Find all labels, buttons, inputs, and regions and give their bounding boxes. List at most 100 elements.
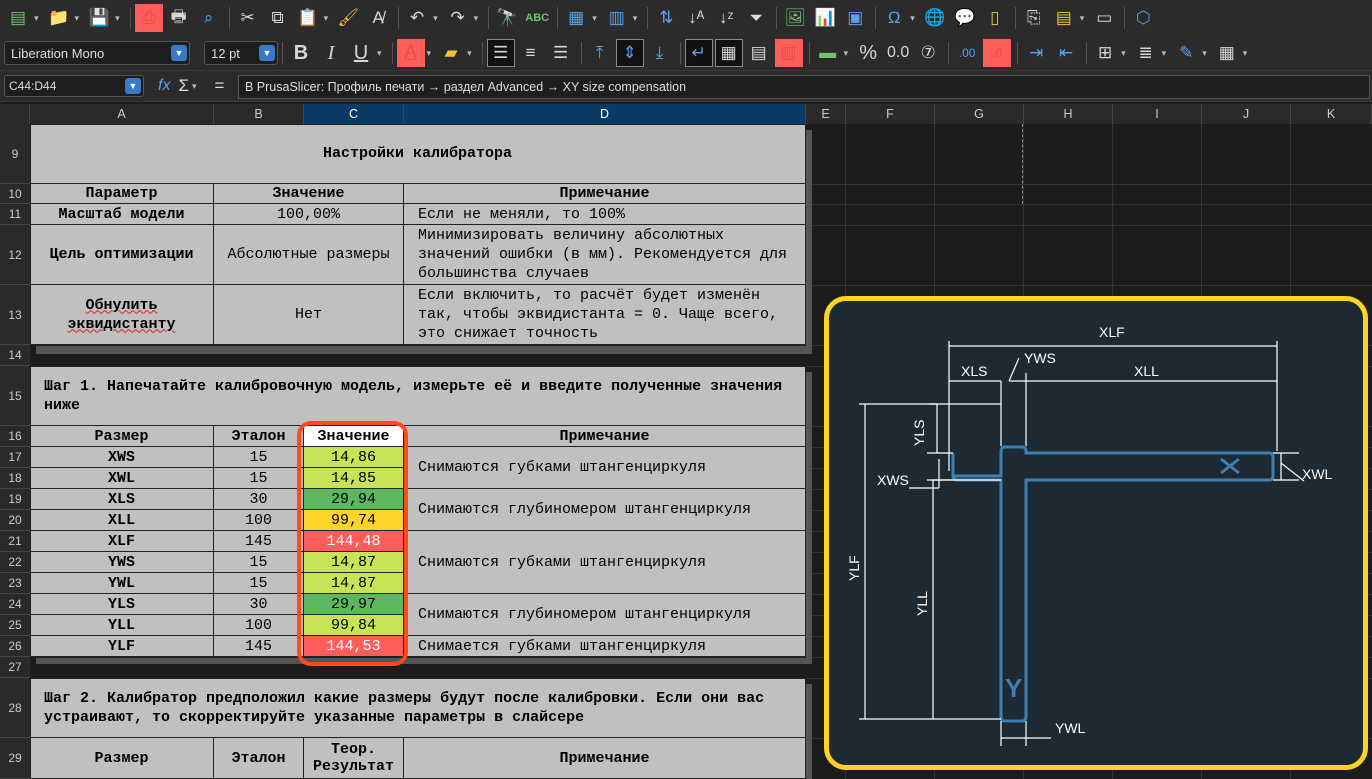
measure-note[interactable]: Снимаются глубиномером штангенциркуля [404, 489, 806, 531]
conditional-dropdown-icon[interactable]: ▾ [1243, 48, 1248, 59]
align-center-icon[interactable]: ≡ [517, 39, 545, 67]
column-header-c[interactable]: C [304, 104, 404, 124]
settings-value[interactable]: Нет [214, 285, 404, 345]
row-header[interactable]: 29 [0, 738, 30, 779]
settings-param[interactable]: Масштаб модели [30, 204, 214, 225]
measure-note[interactable]: Снимаются глубиномером штангенциркуля [404, 594, 806, 636]
step1-title[interactable]: Шаг 1. Напечатайте калибровочную модель,… [30, 366, 806, 426]
sort-icon[interactable]: ⇅ [652, 4, 680, 32]
print-preview-icon[interactable]: ⌕ [195, 4, 223, 32]
align-left-icon[interactable]: ☰ [486, 39, 515, 67]
function-wizard-icon[interactable]: fx [158, 77, 170, 95]
row-icon[interactable]: ▦ [562, 4, 590, 32]
sum-icon[interactable]: Σ [178, 76, 189, 96]
border-color-dropdown-icon[interactable]: ▾ [1202, 48, 1207, 59]
row-header[interactable]: 27 [0, 657, 30, 678]
row-header[interactable]: 20 [0, 510, 30, 531]
column-icon[interactable]: ▥ [603, 4, 631, 32]
settings-param[interactable]: Цель оптимизации [30, 225, 214, 285]
undo-icon[interactable]: ↶ [403, 4, 431, 32]
copy-icon[interactable]: ⧉ [264, 4, 292, 32]
row-header[interactable]: 14 [0, 345, 30, 366]
measure-size[interactable]: XLF [30, 531, 214, 552]
row-header[interactable]: 19 [0, 489, 30, 510]
spelling-icon[interactable]: ABC [523, 4, 551, 32]
cut-icon[interactable]: ✂ [234, 4, 262, 32]
column-header-a[interactable]: A [30, 104, 214, 124]
measure-note[interactable]: Снимается губками штангенциркуля [404, 636, 806, 657]
align-top-icon[interactable]: ⤒ [586, 39, 614, 67]
decrease-indent-icon[interactable]: ⇤ [1052, 39, 1080, 67]
column-header-e[interactable]: E [806, 104, 846, 124]
currency-format-icon[interactable]: ▬ [814, 39, 842, 67]
row-header[interactable]: 10 [0, 184, 30, 204]
hyperlink-icon[interactable]: 🌐 [921, 4, 949, 32]
merge-cells-icon[interactable]: ▦ [714, 39, 743, 67]
measure-size[interactable]: YWS [30, 552, 214, 573]
italic-button[interactable]: I [317, 39, 345, 67]
measure-size[interactable]: YLS [30, 594, 214, 615]
row-header[interactable]: 13 [0, 285, 30, 345]
row-header[interactable]: 25 [0, 615, 30, 636]
column-header-k[interactable]: K [1291, 104, 1372, 124]
step2-header-result[interactable]: Теор. Результат [304, 738, 404, 779]
percent-format-button[interactable]: % [854, 39, 882, 67]
special-character-icon[interactable]: Ω [880, 4, 908, 32]
font-color-dropdown-icon[interactable]: ▾ [427, 48, 432, 59]
settings-note[interactable]: Если не меняли, то 100% [404, 204, 806, 225]
column-header-d[interactable]: D [404, 104, 806, 124]
add-decimal-icon[interactable]: .00 [953, 39, 981, 67]
save-dropdown-icon[interactable]: ▾ [115, 13, 120, 24]
measure-size[interactable]: XLS [30, 489, 214, 510]
sort-ascending-icon[interactable]: ↓ᴬ [682, 4, 710, 32]
chevron-down-icon[interactable]: ▼ [259, 45, 275, 61]
settings-param[interactable]: Обнулить эквидистанту [30, 285, 214, 345]
font-color-icon[interactable]: A [396, 39, 425, 67]
column-header-g[interactable]: G [935, 104, 1024, 124]
export-pdf-icon[interactable]: ⎙ [134, 4, 163, 32]
step2-header-note[interactable]: Примечание [404, 738, 806, 779]
settings-header-value[interactable]: Значение [214, 184, 404, 204]
comment-icon[interactable]: 💬 [951, 4, 979, 32]
merge-center-icon[interactable]: ▤ [745, 39, 773, 67]
name-box[interactable]: C44:D44 ▼ [4, 75, 144, 97]
autofilter-icon[interactable]: ⏷ [742, 4, 770, 32]
special-char-dropdown-icon[interactable]: ▾ [910, 13, 915, 24]
row-header[interactable]: 24 [0, 594, 30, 615]
measure-ref[interactable]: 100 [214, 615, 304, 636]
align-bottom-icon[interactable]: ⤓ [646, 39, 674, 67]
row-header[interactable]: 15 [0, 366, 30, 426]
underline-button[interactable]: U [347, 39, 375, 67]
row-header[interactable]: 21 [0, 531, 30, 552]
measure-size[interactable]: XLL [30, 510, 214, 531]
center-vertically-icon[interactable]: ⇕ [615, 39, 644, 67]
print-icon[interactable]: 🖶 [165, 4, 193, 32]
highlight-dropdown-icon[interactable]: ▾ [467, 48, 472, 59]
bold-button[interactable]: B [287, 39, 315, 67]
row-header[interactable]: 23 [0, 573, 30, 594]
delete-decimal-icon[interactable]: .0 [983, 39, 1012, 67]
measure-note[interactable]: Снимаются губками штангенциркуля [404, 447, 806, 489]
paste-icon[interactable]: 📋 [294, 4, 322, 32]
pivot-table-icon[interactable]: ▣ [841, 4, 869, 32]
clear-formatting-icon[interactable]: A̸ [364, 4, 392, 32]
highlight-color-icon[interactable]: ▰ [437, 39, 465, 67]
step1-header-note[interactable]: Примечание [404, 426, 806, 447]
measure-size[interactable]: YWL [30, 573, 214, 594]
settings-value[interactable]: Абсолютные размеры [214, 225, 404, 285]
measure-size[interactable]: XWS [30, 447, 214, 468]
step1-header-size[interactable]: Размер [30, 426, 214, 447]
row-header[interactable]: 22 [0, 552, 30, 573]
freeze-dropdown-icon[interactable]: ▾ [1080, 13, 1085, 24]
measure-ref[interactable]: 100 [214, 510, 304, 531]
column-header-b[interactable]: B [214, 104, 304, 124]
sum-dropdown-icon[interactable]: ▾ [192, 81, 197, 92]
calibrator-diagram[interactable]: XLF YWS XLS XLL YLS XWS XWL YLF YLL YWL … [824, 296, 1368, 770]
chevron-down-icon[interactable]: ▼ [125, 78, 141, 94]
settings-header-param[interactable]: Параметр [30, 184, 214, 204]
measure-ref[interactable]: 15 [214, 447, 304, 468]
insert-chart-icon[interactable]: 📊 [811, 4, 839, 32]
increase-indent-icon[interactable]: ⇥ [1022, 39, 1050, 67]
row-header[interactable]: 17 [0, 447, 30, 468]
align-right-icon[interactable]: ☰ [547, 39, 575, 67]
